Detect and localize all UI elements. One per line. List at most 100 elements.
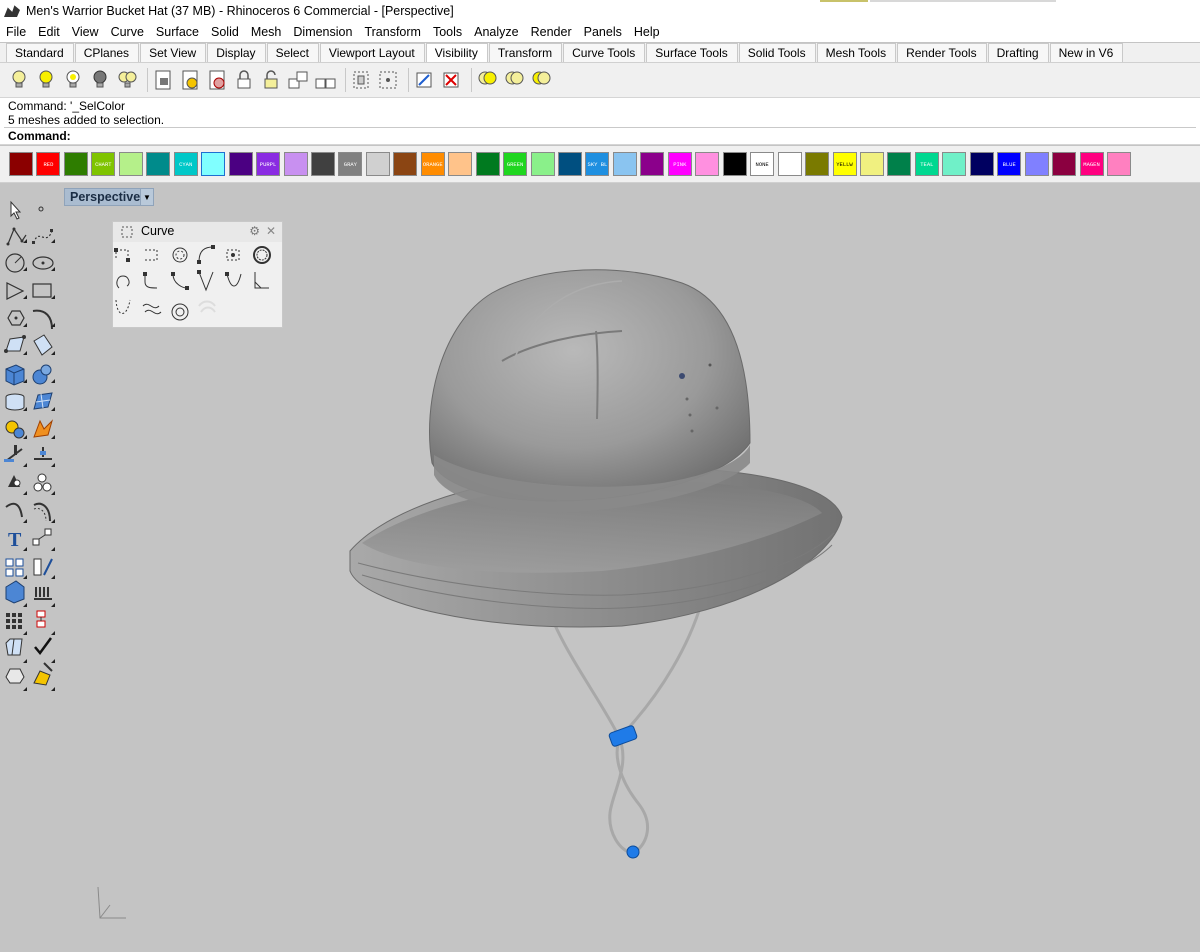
lock-open-icon[interactable] [260,68,282,92]
color-swatch[interactable] [805,152,830,176]
array-icon[interactable] [5,558,24,577]
color-swatch[interactable]: CHART [91,152,116,176]
menu-panels[interactable]: Panels [578,25,628,39]
menu-file[interactable]: File [0,25,32,39]
rectangle-icon[interactable] [32,283,52,298]
color-swatch[interactable]: RED [36,152,61,176]
color-swatch[interactable] [283,152,308,176]
show-all-icon[interactable] [116,68,138,92]
box-icon[interactable] [5,364,25,386]
color-swatch[interactable] [201,152,226,176]
color-swatch[interactable]: CYAN [173,152,198,176]
bulb-left-icon[interactable] [476,68,498,92]
bulb-mid-icon[interactable] [503,68,525,92]
viewport-tab[interactable]: Perspective ▼ [64,188,154,206]
cylinder-icon[interactable] [5,393,25,411]
transform-icon[interactable] [36,610,46,628]
color-swatch[interactable]: PINK [667,152,692,176]
color-swatch[interactable] [393,152,418,176]
menu-transform[interactable]: Transform [358,25,427,39]
fillet-curve-icon[interactable] [143,272,158,289]
fillet-icon[interactable] [5,502,23,518]
surface-extrude-icon[interactable] [33,334,53,356]
color-swatch[interactable] [558,152,582,176]
color-swatch[interactable] [640,152,665,176]
viewport-title[interactable]: Perspective [65,190,140,204]
hide-icon[interactable] [35,68,57,92]
color-swatch[interactable]: TEAL [914,152,939,176]
mesh-icon[interactable] [33,392,53,410]
color-swatch[interactable] [887,152,912,176]
surface-tools-icon[interactable] [5,580,25,604]
circle-icon[interactable] [172,247,188,263]
select-arrow-icon[interactable] [10,200,22,220]
point-icon[interactable] [38,206,44,212]
render-icon[interactable] [5,668,25,684]
split-icon[interactable] [4,445,23,462]
color-swatch[interactable] [1024,152,1049,176]
helix-icon[interactable] [142,303,162,315]
polygon-icon[interactable] [7,310,25,326]
dimension-icon[interactable] [32,528,52,546]
menu-view[interactable]: View [66,25,105,39]
tab-surface-tools[interactable]: Surface Tools [646,43,738,62]
point-curve-icon[interactable] [114,248,130,262]
conic-icon[interactable] [198,300,216,313]
paint-icon[interactable] [33,662,53,686]
menu-help[interactable]: Help [628,25,666,39]
polyline-icon[interactable] [6,227,27,246]
color-swatch[interactable] [612,152,637,176]
menu-render[interactable]: Render [525,25,578,39]
select-points-icon[interactable] [350,68,372,92]
arc-icon[interactable] [6,282,25,300]
close-icon[interactable]: ✕ [266,224,276,238]
color-swatch[interactable] [1107,152,1131,176]
blend-curve-icon[interactable] [171,272,189,290]
menu-edit[interactable]: Edit [32,25,66,39]
tab-cplanes[interactable]: CPlanes [74,43,140,62]
color-swatch[interactable]: GREEN [503,152,528,176]
menu-mesh[interactable]: Mesh [245,25,288,39]
menu-dimension[interactable]: Dimension [287,25,358,39]
analyze-icon[interactable] [5,638,23,656]
checkmark-icon[interactable] [34,637,53,656]
move-icon[interactable] [33,558,53,576]
color-swatch[interactable]: BLUE [997,152,1022,176]
color-swatch[interactable] [310,152,335,176]
tab-curve-tools[interactable]: Curve Tools [563,43,646,62]
menu-tools[interactable]: Tools [427,25,468,39]
unlock-icon[interactable] [314,68,336,92]
hide-points-icon[interactable] [377,68,399,92]
show-points-icon[interactable] [413,68,435,92]
tab-select[interactable]: Select [266,43,319,62]
drafting-icon[interactable] [34,587,52,600]
show-selected-icon[interactable] [62,68,84,92]
join-icon[interactable] [8,475,21,487]
color-swatch[interactable] [777,152,802,176]
color-swatch[interactable]: YELLW [832,152,857,176]
explode-icon[interactable] [33,419,54,438]
parabola-icon[interactable] [197,270,214,292]
color-swatch[interactable]: MAGEN [1079,152,1104,176]
text-icon[interactable]: T [8,529,22,551]
color-swatch[interactable] [695,152,720,176]
tab-solid-tools[interactable]: Solid Tools [738,43,816,62]
polygon-icon[interactable] [253,246,271,264]
trim-icon[interactable] [34,447,52,460]
offset-curve-icon[interactable] [171,303,189,321]
color-swatch[interactable] [722,152,747,176]
spiral-icon[interactable] [116,275,130,289]
color-swatch[interactable] [942,152,967,176]
tab-visibility[interactable]: Visibility [425,43,488,62]
rectangle-icon[interactable] [226,249,240,261]
menu-analyze[interactable]: Analyze [468,25,524,39]
lock-icon[interactable] [152,68,174,92]
menu-curve[interactable]: Curve [105,25,150,39]
color-swatch[interactable] [859,152,884,176]
polyline-icon[interactable] [145,249,158,261]
tab-display[interactable]: Display [207,43,266,62]
color-swatch[interactable]: PURPL [256,152,281,176]
offset-icon[interactable] [33,502,51,522]
menu-solid[interactable]: Solid [205,25,245,39]
bulb-right-icon[interactable] [530,68,552,92]
